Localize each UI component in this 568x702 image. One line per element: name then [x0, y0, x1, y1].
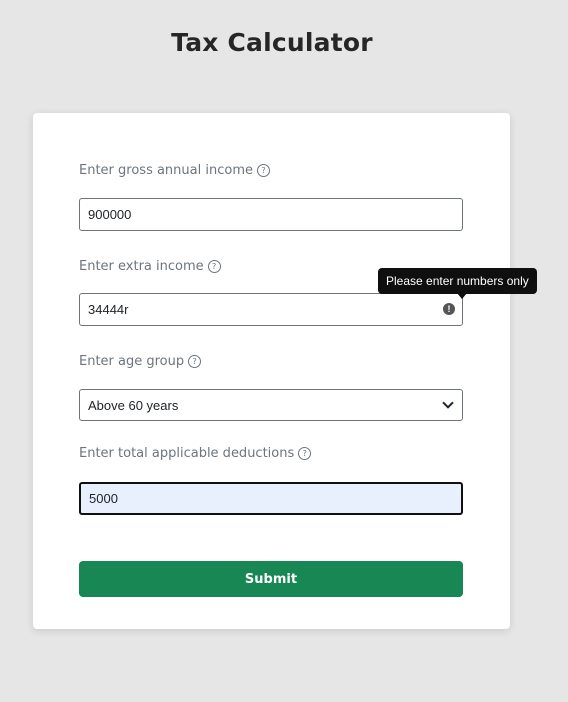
- gross-income-help-icon[interactable]: ?: [256, 164, 270, 177]
- validation-tooltip: Please enter numbers only: [378, 268, 537, 294]
- age-group-select[interactable]: Above 60 years: [79, 389, 463, 421]
- submit-button[interactable]: Submit: [79, 561, 463, 597]
- gross-income-label: Enter gross annual income ?: [79, 163, 270, 178]
- extra-income-label-text: Enter extra income: [79, 259, 204, 274]
- gross-income-input[interactable]: [79, 198, 463, 231]
- tooltip-arrow: [457, 293, 467, 299]
- deductions-input[interactable]: [79, 482, 463, 515]
- extra-income-label: Enter extra income ?: [79, 259, 221, 274]
- page-title: Tax Calculator: [171, 28, 373, 57]
- exclamation-circle-icon: !: [443, 303, 455, 315]
- deductions-help-icon[interactable]: ?: [298, 447, 312, 460]
- age-group-help-icon[interactable]: ?: [188, 355, 202, 368]
- extra-income-input[interactable]: [79, 293, 463, 326]
- age-group-selected-value: Above 60 years: [88, 397, 179, 413]
- age-group-label: Enter age group ?: [79, 354, 202, 369]
- chevron-down-icon: [442, 397, 454, 409]
- extra-income-help-icon[interactable]: ?: [207, 260, 221, 273]
- deductions-label-text: Enter total applicable deductions: [79, 446, 295, 461]
- gross-income-label-text: Enter gross annual income: [79, 163, 253, 178]
- calculator-form-card: Enter gross annual income ? Enter extra …: [33, 113, 510, 629]
- age-group-label-text: Enter age group: [79, 354, 185, 369]
- deductions-label: Enter total applicable deductions ?: [79, 446, 312, 461]
